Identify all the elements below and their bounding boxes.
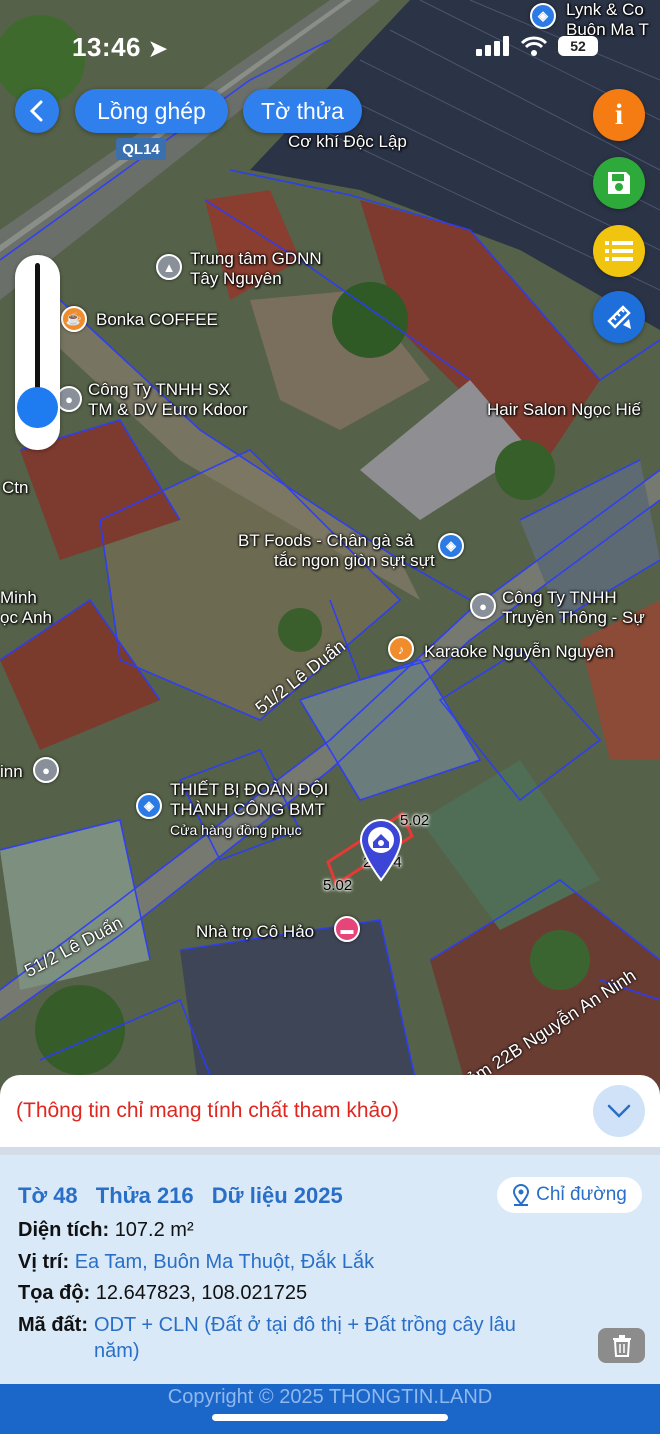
location-value: Ea Tam, Buôn Ma Thuột, Đắk Lắk	[74, 1251, 375, 1273]
parcel-button[interactable]: Tờ thửa	[243, 89, 362, 133]
sheet-number: Tờ 48	[18, 1183, 78, 1208]
poi-label[interactable]: Bonka COFFEE	[96, 310, 218, 330]
highway-shield: QL14	[116, 138, 166, 160]
footer: Copyright © 2025 THONGTIN.LAND	[0, 1384, 660, 1434]
area-row: Diện tích: 107.2 m²	[18, 1219, 194, 1241]
collapse-button[interactable]	[593, 1085, 645, 1137]
parcel-dimension-label: 5.02	[323, 877, 353, 894]
land-code-value: ODT + CLN (Đất ở tại đô thị + Đất trồng …	[94, 1314, 516, 1336]
place-poi-icon[interactable]: ●	[470, 593, 496, 619]
back-button[interactable]	[15, 89, 59, 133]
info-icon: i	[614, 98, 624, 131]
list-button[interactable]	[593, 225, 645, 277]
overlay-button[interactable]: Lồng ghép	[75, 89, 228, 133]
poi-label[interactable]: Lynk & Co Buôn Ma T	[566, 0, 649, 40]
highway-label: QL14	[122, 140, 160, 158]
poi-label[interactable]: Trung tâm GDNN Tây Nguyên	[190, 249, 322, 289]
disclaimer-panel: (Thông tin chỉ mang tính chất tham khảo)	[0, 1075, 660, 1147]
trash-icon	[612, 1334, 631, 1357]
disclaimer-text: (Thông tin chỉ mang tính chất tham khảo)	[16, 1099, 399, 1122]
location-arrow-icon: ➤	[148, 36, 168, 61]
shop-poi-icon[interactable]: ◈	[136, 793, 162, 819]
poi-label[interactable]: Công Ty TNHH Truyền Thông - Sự	[502, 588, 645, 628]
parcel-info-panel: Tờ 48 Thửa 216 Dữ liệu 2025 Chỉ đường Di…	[0, 1147, 660, 1384]
karaoke-poi-icon[interactable]: ♪	[388, 636, 414, 662]
chevron-left-icon	[29, 100, 43, 122]
location-row: Vị trí: Ea Tam, Buôn Ma Thuột, Đắk Lắk	[18, 1251, 375, 1273]
delete-button[interactable]	[598, 1328, 645, 1363]
poi-label[interactable]: inn	[0, 762, 23, 782]
floppy-disk-icon	[608, 172, 630, 194]
area-value: 107.2 m²	[114, 1219, 194, 1241]
save-button[interactable]	[593, 157, 645, 209]
status-icons: 52	[476, 36, 598, 56]
wifi-icon	[520, 36, 548, 56]
place-poi-icon[interactable]: ●	[33, 757, 59, 783]
directions-button[interactable]: Chỉ đường	[497, 1177, 642, 1213]
cellular-signal-icon	[476, 36, 509, 56]
coffee-poi-icon[interactable]: ☕	[61, 306, 87, 332]
poi-label[interactable]: THIẾT BỊ ĐOÀN ĐỘI THÀNH CÔNG BMT Cửa hàng…	[170, 780, 328, 840]
land-code-row: Mã đất: ODT + CLN (Đất ở tại đô thị + Đấ…	[18, 1314, 516, 1362]
battery-icon: 52	[558, 36, 598, 56]
poi-label[interactable]: BT Foods - Chân gà sả tắc ngon giòn sựt s…	[238, 531, 435, 571]
location-marker-icon[interactable]	[357, 818, 405, 882]
poi-label[interactable]: Karaoke Nguyễn Nguyên	[424, 642, 614, 662]
copyright-text: Copyright © 2025 THONGTIN.LAND	[167, 1386, 493, 1408]
status-time: 13:46 ➤	[72, 32, 168, 62]
data-year: Dữ liệu 2025	[211, 1183, 343, 1208]
poi-label[interactable]: Minh ọc Anh	[0, 588, 52, 628]
ruler-pencil-icon	[607, 305, 631, 329]
school-poi-icon[interactable]: ▲	[156, 254, 182, 280]
poi-label[interactable]: Hair Salon Ngọc Hiế	[487, 400, 641, 420]
parcel-number: Thửa 216	[95, 1183, 194, 1208]
home-indicator[interactable]	[212, 1414, 448, 1421]
shop-poi-icon[interactable]: ◈	[530, 3, 556, 29]
measure-button[interactable]	[593, 291, 645, 343]
list-icon	[605, 241, 633, 261]
map-pin-icon	[513, 1184, 530, 1206]
land-code-value-cont: năm)	[94, 1340, 140, 1362]
zoom-slider[interactable]	[15, 255, 60, 450]
poi-label[interactable]: Công Ty TNHH SX TM & DV Euro Kdoor	[88, 380, 248, 420]
shop-poi-icon[interactable]: ◈	[438, 533, 464, 559]
poi-label[interactable]: Nhà trọ Cô Hảo	[196, 922, 314, 942]
zoom-slider-knob[interactable]	[17, 386, 58, 428]
chevron-down-icon	[607, 1104, 631, 1118]
directions-label: Chỉ đường	[536, 1184, 627, 1205]
hotel-poi-icon[interactable]: ▬	[334, 916, 360, 942]
coordinates-row: Tọa độ: 12.647823, 108.021725	[18, 1282, 308, 1304]
poi-label[interactable]: Ctn	[2, 478, 28, 498]
map-view[interactable]: 51/2 Lê Duẩn 51/2 Lê Duẩn Hẻm 22B Nguyễn…	[0, 0, 660, 1100]
parcel-header: Tờ 48 Thửa 216 Dữ liệu 2025	[18, 1183, 355, 1209]
coordinates-value: 12.647823, 108.021725	[95, 1282, 308, 1304]
info-button[interactable]: i	[593, 89, 645, 141]
